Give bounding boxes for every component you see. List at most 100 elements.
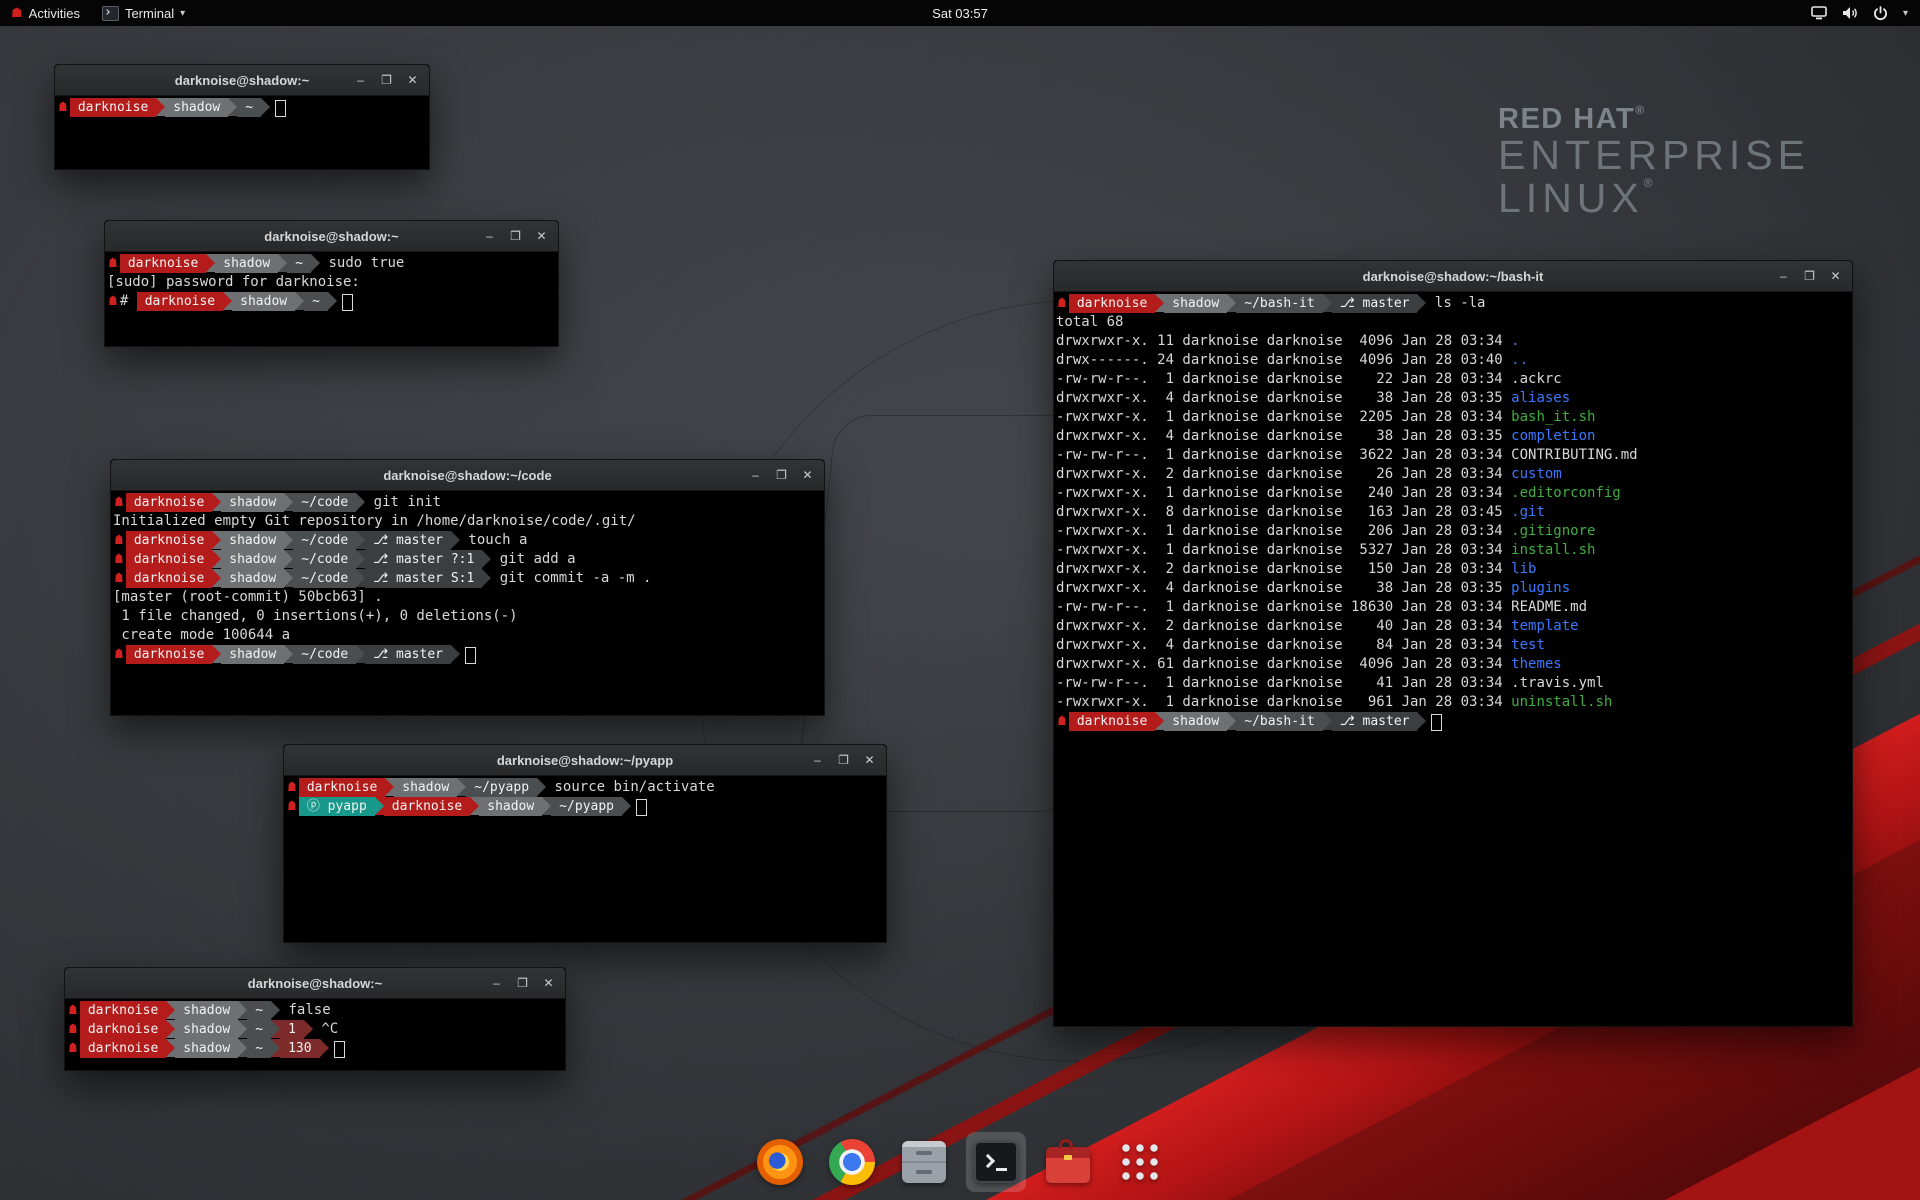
powerline-separator-icon — [228, 98, 237, 116]
terminal-line: create mode 100644 a — [113, 626, 822, 645]
window-titlebar[interactable]: darknoise@shadow:~–❐✕ — [105, 221, 558, 252]
terminal-line: [sudo] password for darknoise: — [107, 273, 556, 292]
powerline-separator-icon — [356, 531, 365, 549]
prompt-segment-gray: shadow — [1164, 294, 1227, 313]
minimize-button[interactable]: – — [1777, 261, 1790, 291]
terminal-text: [sudo] password for darknoise: — [107, 273, 360, 292]
terminal-text: git add a — [491, 550, 575, 569]
maximize-button[interactable]: ❐ — [516, 968, 529, 998]
powerline-separator-icon — [542, 797, 551, 815]
prompt-segment-red: darknoise — [80, 1001, 166, 1020]
terminal-line: drwxrwxr-x. 61 darknoise darknoise 4096 … — [1056, 655, 1850, 674]
prompt-segment-red: darknoise — [80, 1020, 166, 1039]
powerline-separator-icon — [328, 292, 337, 310]
top-bar: ☗ Activities Terminal ▾ Sat 03:57 ▾ — [0, 0, 1920, 26]
window-titlebar[interactable]: darknoise@shadow:~/pyapp–❐✕ — [284, 745, 886, 776]
powerline-separator-icon — [284, 550, 293, 568]
terminal-text: # — [120, 292, 137, 311]
app-grid-icon[interactable] — [1110, 1132, 1170, 1192]
terminal-text: drwx------. 24 darknoise darknoise 4096 … — [1056, 351, 1511, 370]
minimize-button[interactable]: – — [749, 460, 762, 490]
close-button[interactable]: ✕ — [406, 65, 419, 95]
volume-icon[interactable] — [1842, 6, 1858, 20]
terminal-text: .ackrc — [1511, 370, 1562, 389]
close-button[interactable]: ✕ — [542, 968, 555, 998]
terminal-text: CONTRIBUTING.md — [1511, 446, 1637, 465]
powerline-separator-icon — [1155, 294, 1164, 312]
maximize-button[interactable]: ❐ — [509, 221, 522, 251]
activities-button[interactable]: ☗ Activities — [0, 0, 91, 26]
powerline-separator-icon — [212, 550, 221, 568]
window-title: darknoise@shadow:~/code — [111, 468, 824, 483]
window-titlebar[interactable]: darknoise@shadow:~–❐✕ — [65, 968, 565, 999]
terminal-text: touch a — [460, 531, 527, 550]
redhat-prompt-icon: ☗ — [69, 1039, 77, 1058]
firefox-icon[interactable] — [750, 1132, 810, 1192]
terminal-text: -rwxrwxr-x. 1 darknoise darknoise 206 Ja… — [1056, 522, 1511, 541]
powerline-separator-icon — [212, 645, 221, 663]
powerline-separator-icon — [356, 569, 365, 587]
terminal-text: drwxrwxr-x. 4 darknoise darknoise 38 Jan… — [1056, 389, 1511, 408]
minimize-button[interactable]: – — [483, 221, 496, 251]
executable-name: .editorconfig — [1511, 484, 1621, 503]
maximize-button[interactable]: ❐ — [837, 745, 850, 775]
terminal-line: ☗darknoiseshadow~130 — [67, 1039, 563, 1058]
powerline-separator-icon — [385, 778, 394, 796]
window-titlebar[interactable]: darknoise@shadow:~/bash-it–❐ ✕ — [1054, 261, 1852, 292]
prompt-segment-path: ~ — [304, 292, 328, 311]
clock[interactable]: Sat 03:57 — [932, 6, 988, 21]
prompt-segment-red: darknoise — [80, 1039, 166, 1058]
prompt-segment-red: darknoise — [126, 531, 212, 550]
prompt-segment-git: ⎇ master S:1 — [365, 569, 482, 588]
maximize-button[interactable]: ❐ — [1803, 261, 1816, 291]
terminal-text: ls -la — [1426, 294, 1485, 313]
prompt-segment-red: darknoise — [1069, 294, 1155, 313]
window-titlebar[interactable]: darknoise@shadow:~/code–❐ ✕ — [111, 460, 824, 491]
dock — [750, 1132, 1170, 1192]
powerline-separator-icon — [1227, 294, 1236, 312]
maximize-button[interactable]: ❐ — [775, 460, 788, 490]
power-icon[interactable] — [1873, 6, 1888, 21]
close-button[interactable]: ✕ — [535, 221, 548, 251]
powerline-separator-icon — [284, 645, 293, 663]
directory-name: test — [1511, 636, 1545, 655]
terminal-content[interactable]: ☗darknoiseshadow~ false☗darknoiseshadow~… — [65, 999, 565, 1070]
software-icon[interactable] — [1038, 1132, 1098, 1192]
close-button[interactable]: ✕ — [1829, 261, 1842, 291]
powerline-separator-icon — [470, 797, 479, 815]
terminal-content[interactable]: ☗darknoiseshadow~/pyapp source bin/activ… — [284, 776, 886, 942]
minimize-button[interactable]: – — [490, 968, 503, 998]
directory-name: template — [1511, 617, 1578, 636]
app-menu-label: Terminal — [125, 6, 174, 21]
files-icon[interactable] — [894, 1132, 954, 1192]
prompt-segment-gray: shadow — [232, 292, 295, 311]
terminal-text: drwxrwxr-x. 11 darknoise darknoise 4096 … — [1056, 332, 1511, 351]
executable-name: .gitignore — [1511, 522, 1595, 541]
chevron-down-icon: ▾ — [180, 8, 185, 19]
prompt-segment-git: ⎇ master — [1332, 712, 1418, 731]
terminal-content[interactable]: ☗darknoiseshadow~/code git initInitializ… — [111, 491, 824, 715]
terminal-text: -rwxrwxr-x. 1 darknoise darknoise 2205 J… — [1056, 408, 1511, 427]
terminal-icon[interactable] — [966, 1132, 1026, 1192]
system-status-area[interactable]: ▾ — [1811, 0, 1920, 26]
powerline-separator-icon — [451, 531, 460, 549]
terminal-content[interactable]: ☗darknoiseshadow~/bash-it⎇ master ls -la… — [1054, 292, 1852, 1026]
terminal-line: -rwxrwxr-x. 1 darknoise darknoise 961 Ja… — [1056, 693, 1850, 712]
maximize-button[interactable]: ❐ — [380, 65, 393, 95]
close-button[interactable]: ✕ — [801, 460, 814, 490]
terminal-content[interactable]: ☗darknoiseshadow~ — [55, 96, 429, 169]
minimize-button[interactable]: – — [354, 65, 367, 95]
window-titlebar[interactable]: darknoise@shadow:~–❐✕ — [55, 65, 429, 96]
window-controls: –❐ ✕ — [483, 221, 558, 251]
minimize-button[interactable]: – — [811, 745, 824, 775]
prompt-segment-red: darknoise — [120, 254, 206, 273]
chrome-icon[interactable] — [822, 1132, 882, 1192]
close-button[interactable]: ✕ — [863, 745, 876, 775]
display-icon[interactable] — [1811, 6, 1827, 20]
prompt-segment-path: ~/bash-it — [1236, 712, 1322, 731]
terminal-line: ☗ⓟ pyappdarknoiseshadow~/pyapp — [286, 797, 884, 816]
app-menu-terminal[interactable]: Terminal ▾ — [91, 0, 196, 26]
window-controls: –❐ ✕ — [490, 968, 565, 998]
window-title: darknoise@shadow:~/bash-it — [1054, 269, 1852, 284]
terminal-content[interactable]: ☗darknoiseshadow~ sudo true[sudo] passwo… — [105, 252, 558, 346]
